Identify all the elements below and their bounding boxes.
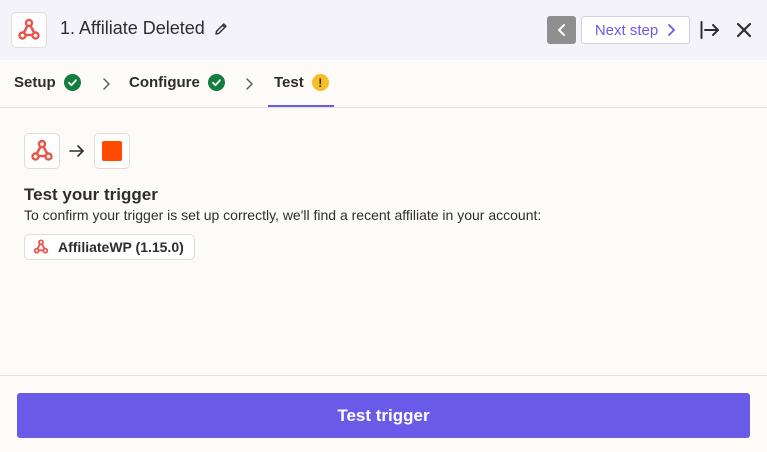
chevron-right-icon: [668, 24, 676, 36]
tab-configure[interactable]: Configure: [129, 74, 225, 91]
warning-glyph: !: [318, 75, 323, 90]
source-app-box: [24, 133, 60, 169]
chevron-right-icon: [246, 78, 253, 90]
next-step-label: Next step: [594, 21, 659, 39]
affiliatewp-logo-icon: [33, 239, 49, 254]
check-circle-icon: [207, 74, 225, 91]
pencil-icon[interactable]: [213, 21, 229, 37]
tab-test-label: Test: [274, 74, 304, 91]
app-flow: [24, 133, 130, 169]
tab-test[interactable]: Test !: [274, 74, 329, 91]
expand-panel-button[interactable]: [699, 19, 721, 41]
app-logo: [11, 12, 47, 48]
arrow-right-icon: [69, 145, 84, 157]
step-tabs: Setup Configure Test !: [0, 60, 767, 108]
active-tab-indicator: [268, 105, 334, 107]
warning-circle-icon: !: [311, 74, 329, 91]
chevron-left-icon: [557, 24, 565, 36]
tab-setup[interactable]: Setup: [14, 74, 81, 91]
arrow-to-right-icon: [700, 21, 719, 39]
previous-step-button[interactable]: [547, 16, 576, 44]
app-version-label: AffiliateWP (1.15.0): [58, 239, 184, 255]
test-trigger-button[interactable]: Test trigger: [17, 393, 750, 438]
target-app-box: [94, 133, 130, 169]
zapier-orange-square-icon: [102, 141, 122, 161]
step-header: 1. Affiliate Deleted Next step: [0, 0, 767, 60]
tab-setup-label: Setup: [14, 74, 56, 91]
tab-configure-label: Configure: [129, 74, 200, 91]
close-button[interactable]: [734, 19, 754, 41]
step-title: 1. Affiliate Deleted: [60, 18, 229, 39]
check-circle-icon: [63, 74, 81, 91]
close-icon: [736, 22, 752, 38]
section-description: To confirm your trigger is set up correc…: [24, 207, 542, 223]
app-version-chip: AffiliateWP (1.15.0): [24, 234, 195, 260]
section-title: Test your trigger: [24, 185, 158, 204]
affiliatewp-logo-icon: [18, 18, 40, 40]
next-step-button[interactable]: Next step: [581, 16, 690, 44]
footer-divider: [0, 375, 767, 376]
affiliatewp-logo-icon: [31, 139, 53, 161]
step-title-text: 1. Affiliate Deleted: [60, 18, 205, 38]
chevron-right-icon: [103, 78, 110, 90]
